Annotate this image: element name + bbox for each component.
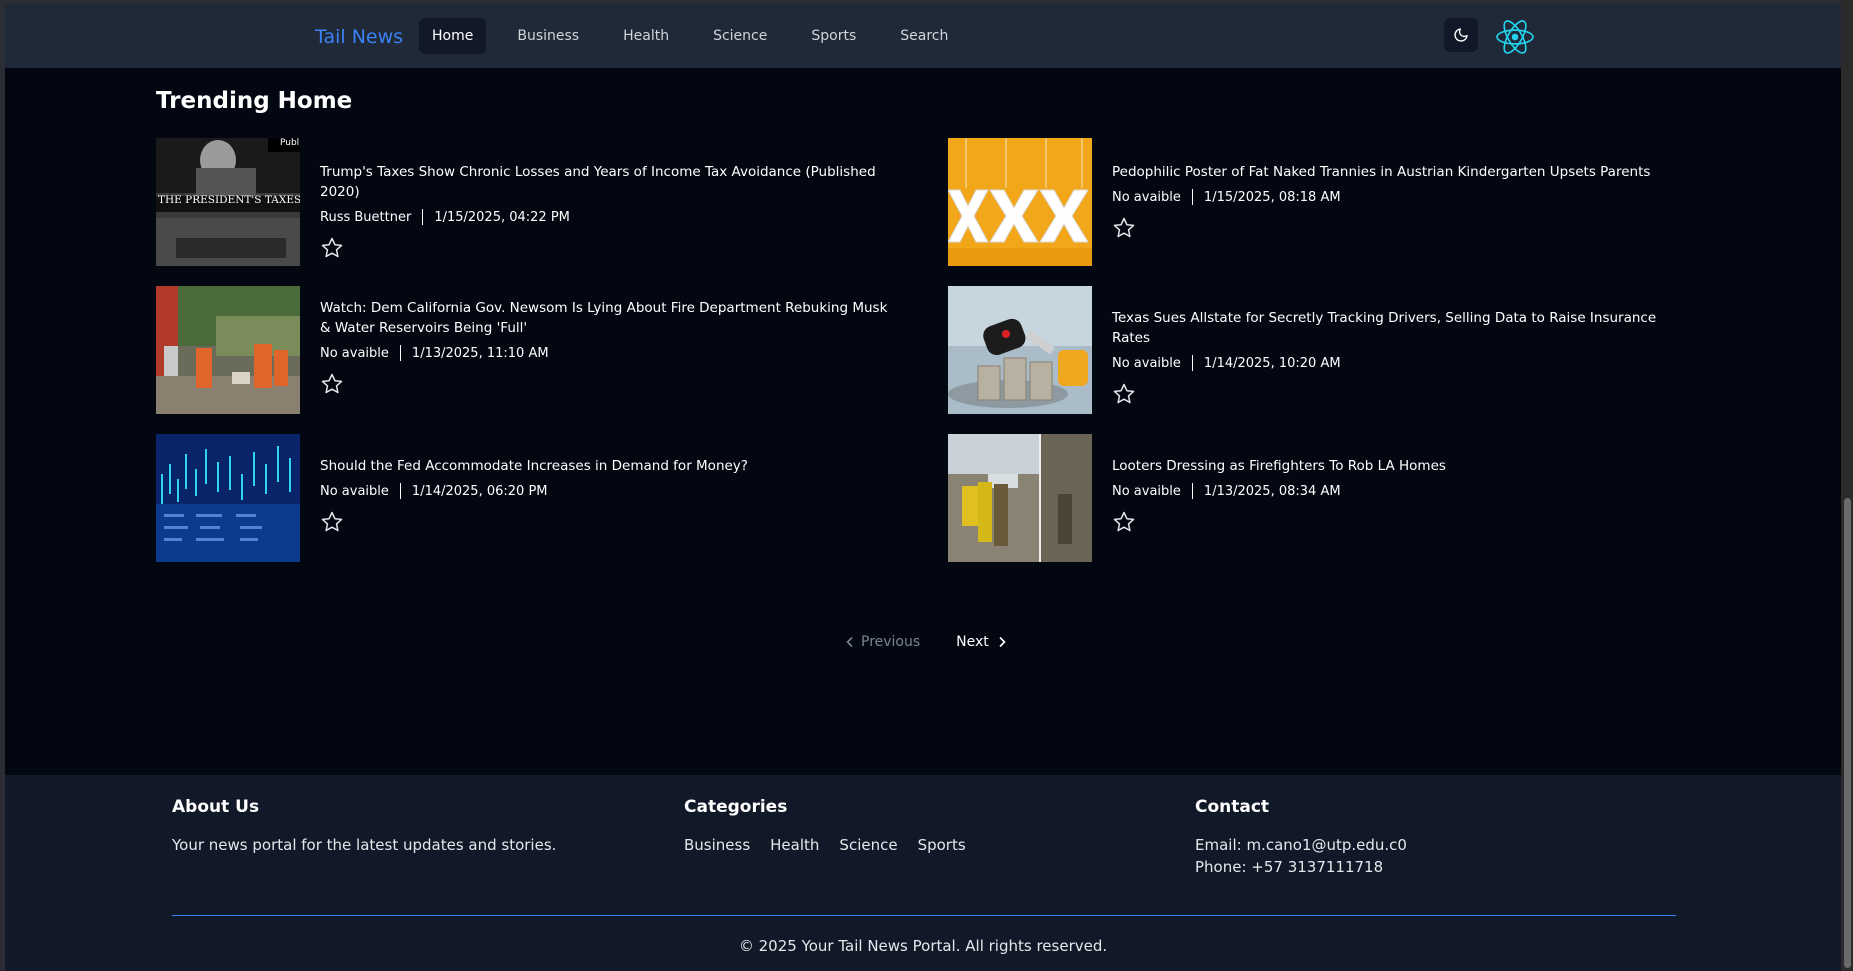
chevron-left-icon [846, 636, 853, 648]
article-title[interactable]: Trump's Taxes Show Chronic Losses and Ye… [320, 162, 890, 202]
footer-about: About Us Your news portal for the latest… [172, 797, 556, 854]
article-title[interactable]: Should the Fed Accommodate Increases in … [320, 456, 890, 476]
article-thumbnail[interactable]: THE PRESIDENT'S TAXES Publ [156, 138, 300, 266]
article-thumbnail[interactable] [948, 286, 1092, 414]
footer-phone: Phone: +57 3137111718 [1195, 858, 1384, 876]
footer-link-sports[interactable]: Sports [918, 836, 966, 854]
meta-divider [1191, 483, 1193, 499]
article-meta: No avaible 1/13/2025, 08:34 AM [1112, 483, 1682, 499]
favorite-star-icon[interactable] [320, 372, 344, 396]
article-thumbnail[interactable] [948, 434, 1092, 562]
article-title[interactable]: Texas Sues Allstate for Secretly Trackin… [1112, 308, 1682, 348]
next-label: Next [956, 634, 989, 650]
navbar: Tail News Home Business Health Science S… [5, 4, 1841, 68]
article-meta: No avaible 1/15/2025, 08:18 AM [1112, 189, 1682, 205]
footer-categories: Categories Business Health Science Sport… [684, 797, 966, 854]
previous-label: Previous [861, 634, 921, 650]
nav-home[interactable]: Home [419, 18, 487, 54]
footer-categories-title: Categories [684, 797, 788, 817]
pagination: Previous Next [845, 634, 1007, 650]
article-author: Russ Buettner [320, 209, 412, 225]
article-date: 1/15/2025, 04:22 PM [434, 209, 570, 225]
article-date: 1/13/2025, 08:34 AM [1203, 483, 1341, 499]
browser-viewport: Tail News Home Business Health Science S… [5, 4, 1841, 971]
page-title: Trending Home [156, 88, 353, 114]
article-card[interactable]: Texas Sues Allstate for Secretly Trackin… [948, 286, 1688, 414]
favorite-star-icon[interactable] [1112, 216, 1136, 240]
footer-about-text: Your news portal for the latest updates … [172, 836, 557, 854]
favorite-star-icon[interactable] [1112, 382, 1136, 406]
previous-page-button[interactable]: Previous [845, 634, 920, 650]
article-date: 1/15/2025, 08:18 AM [1203, 189, 1341, 205]
nav-science[interactable]: Science [700, 18, 780, 54]
article-date: 1/14/2025, 10:20 AM [1203, 355, 1341, 371]
footer-contact: Contact Email: m.cano1@utp.edu.c0 Phone:… [1195, 797, 1407, 876]
footer: About Us Your news portal for the latest… [5, 775, 1841, 971]
thumbnail-tag: Publ [280, 138, 300, 148]
scrollbar-thumb[interactable] [1844, 498, 1851, 968]
article-date: 1/14/2025, 06:20 PM [411, 483, 548, 499]
chevron-right-icon [999, 636, 1006, 648]
react-logo-icon [1496, 20, 1534, 54]
nav-links: Home Business Health Science Sports Sear… [419, 18, 975, 54]
article-author: No avaible [1112, 189, 1181, 205]
favorite-star-icon[interactable] [320, 236, 344, 260]
article-title[interactable]: Looters Dressing as Firefighters To Rob … [1112, 456, 1682, 476]
article-author: No avaible [1112, 483, 1181, 499]
article-date: 1/13/2025, 11:10 AM [411, 345, 549, 361]
article-meta: No avaible 1/14/2025, 06:20 PM [320, 483, 890, 499]
article-card[interactable]: Looters Dressing as Firefighters To Rob … [948, 434, 1688, 562]
article-thumbnail[interactable] [156, 286, 300, 414]
meta-divider [399, 345, 401, 361]
article-meta: No avaible 1/14/2025, 10:20 AM [1112, 355, 1682, 371]
article-title[interactable]: Watch: Dem California Gov. Newsom Is Lyi… [320, 298, 890, 338]
footer-link-health[interactable]: Health [770, 836, 819, 854]
article-title[interactable]: Pedophilic Poster of Fat Naked Trannies … [1112, 162, 1682, 182]
favorite-star-icon[interactable] [1112, 510, 1136, 534]
theme-toggle-button[interactable] [1444, 18, 1478, 52]
copyright: © 2025 Your Tail News Portal. All rights… [738, 937, 1108, 955]
article-meta: No avaible 1/13/2025, 11:10 AM [320, 345, 890, 361]
article-meta: Russ Buettner 1/15/2025, 04:22 PM [320, 209, 890, 225]
meta-divider [1191, 355, 1193, 371]
scrollbar[interactable] [1841, 0, 1853, 971]
meta-divider [422, 209, 424, 225]
article-author: No avaible [1112, 355, 1181, 371]
meta-divider [399, 483, 401, 499]
nav-search[interactable]: Search [887, 18, 961, 54]
next-page-button[interactable]: Next [956, 634, 1007, 650]
moon-icon [1454, 28, 1468, 42]
footer-about-title: About Us [172, 797, 260, 817]
thumbnail-caption: THE PRESIDENT'S TAXES [158, 194, 300, 206]
meta-divider [1191, 189, 1193, 205]
article-thumbnail[interactable] [156, 434, 300, 562]
nav-business[interactable]: Business [504, 18, 592, 54]
article-card[interactable]: Should the Fed Accommodate Increases in … [156, 434, 896, 562]
nav-sports[interactable]: Sports [798, 18, 869, 54]
article-thumbnail[interactable] [948, 138, 1092, 266]
brand-logo[interactable]: Tail News [315, 26, 403, 48]
article-author: No avaible [320, 483, 389, 499]
nav-health[interactable]: Health [610, 18, 682, 54]
favorite-star-icon[interactable] [320, 510, 344, 534]
footer-contact-title: Contact [1195, 797, 1270, 817]
footer-link-business[interactable]: Business [684, 836, 750, 854]
article-card[interactable]: THE PRESIDENT'S TAXES Publ Trump's Taxes… [156, 138, 896, 266]
footer-email: Email: m.cano1@utp.edu.c0 [1195, 836, 1407, 854]
article-card[interactable]: Pedophilic Poster of Fat Naked Trannies … [948, 138, 1688, 266]
footer-link-science[interactable]: Science [839, 836, 897, 854]
footer-divider [172, 915, 1676, 916]
article-card[interactable]: Watch: Dem California Gov. Newsom Is Lyi… [156, 286, 896, 414]
article-author: No avaible [320, 345, 389, 361]
